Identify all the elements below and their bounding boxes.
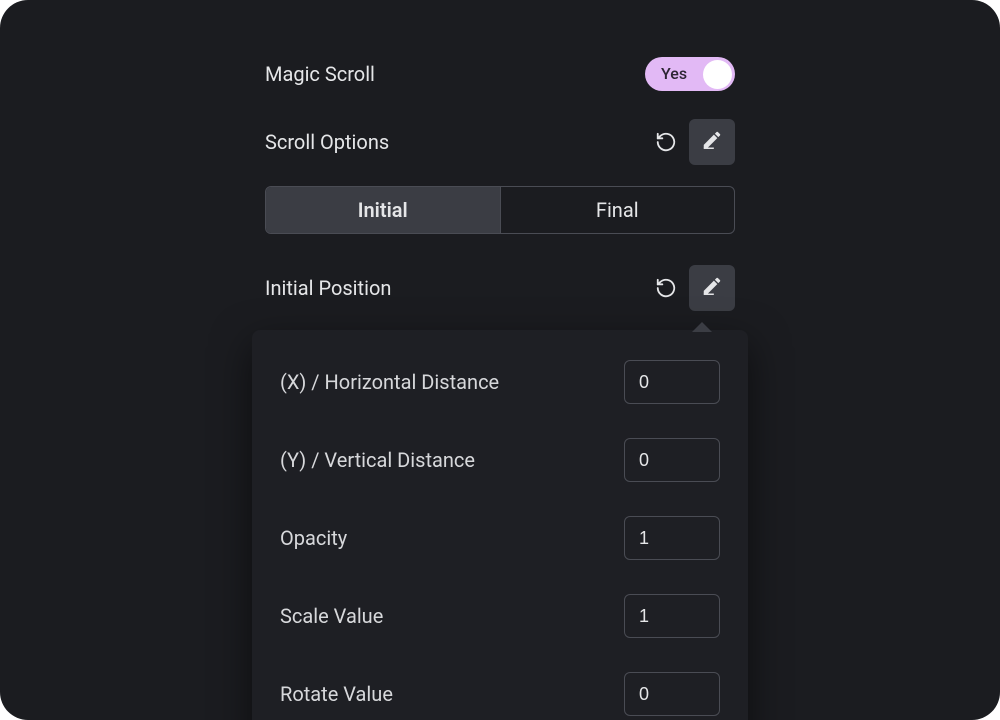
- x-distance-input[interactable]: [624, 360, 720, 404]
- settings-panel-frame: Magic Scroll Yes Scroll Options: [0, 0, 1000, 720]
- magic-scroll-toggle[interactable]: Yes: [645, 57, 735, 91]
- tab-final-label: Final: [596, 198, 639, 222]
- y-distance-row: (Y) / Vertical Distance: [280, 438, 720, 482]
- x-distance-label: (X) / Horizontal Distance: [280, 370, 499, 394]
- scale-label: Scale Value: [280, 604, 383, 628]
- tab-final[interactable]: Final: [500, 187, 735, 233]
- edit-button[interactable]: [689, 265, 735, 311]
- initial-position-row: Initial Position: [265, 264, 735, 312]
- initial-position-actions: [655, 265, 735, 311]
- reset-icon[interactable]: [655, 131, 677, 153]
- magic-scroll-label: Magic Scroll: [265, 62, 375, 86]
- initial-position-panel: (X) / Horizontal Distance (Y) / Vertical…: [252, 330, 748, 720]
- rotate-row: Rotate Value: [280, 672, 720, 716]
- scroll-options-label: Scroll Options: [265, 130, 389, 154]
- tab-group: Initial Final: [265, 186, 735, 234]
- y-distance-input[interactable]: [624, 438, 720, 482]
- magic-scroll-row: Magic Scroll Yes: [265, 50, 735, 98]
- scroll-options-row: Scroll Options: [265, 118, 735, 166]
- opacity-input[interactable]: [624, 516, 720, 560]
- rotate-input[interactable]: [624, 672, 720, 716]
- opacity-row: Opacity: [280, 516, 720, 560]
- scale-input[interactable]: [624, 594, 720, 638]
- magic-scroll-toggle-text: Yes: [649, 66, 687, 82]
- opacity-label: Opacity: [280, 526, 347, 550]
- pencil-icon: [701, 129, 723, 155]
- initial-position-label: Initial Position: [265, 276, 391, 300]
- y-distance-label: (Y) / Vertical Distance: [280, 448, 475, 472]
- pencil-icon: [701, 275, 723, 301]
- scale-row: Scale Value: [280, 594, 720, 638]
- tab-initial-label: Initial: [358, 198, 408, 222]
- settings-panel: Magic Scroll Yes Scroll Options: [265, 50, 735, 720]
- x-distance-row: (X) / Horizontal Distance: [280, 360, 720, 404]
- scroll-options-actions: [655, 119, 735, 165]
- tab-initial[interactable]: Initial: [266, 187, 500, 233]
- edit-button[interactable]: [689, 119, 735, 165]
- reset-icon[interactable]: [655, 277, 677, 299]
- rotate-label: Rotate Value: [280, 682, 393, 706]
- toggle-knob-icon: [703, 60, 732, 89]
